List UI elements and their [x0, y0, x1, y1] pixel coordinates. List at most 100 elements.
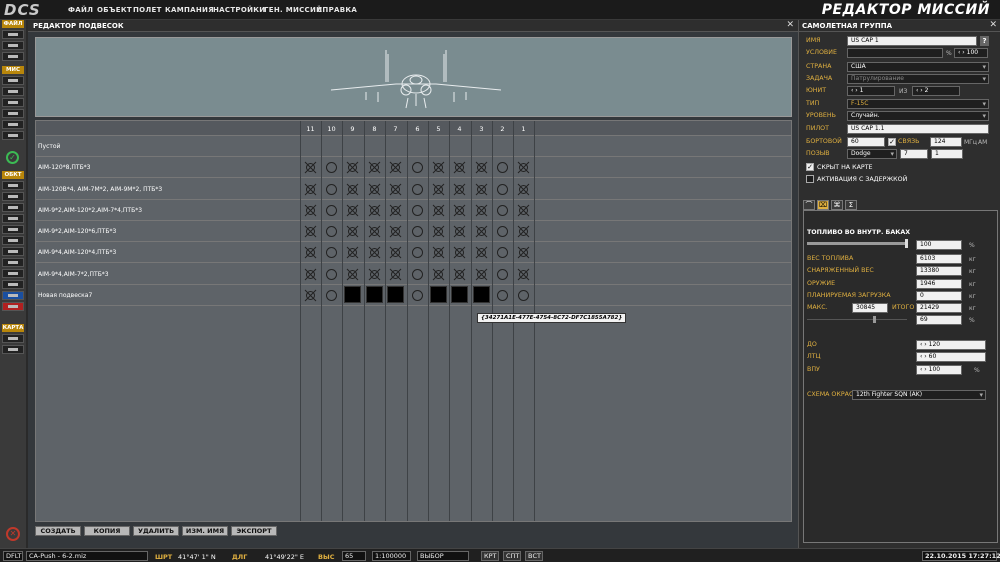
menu-help[interactable]: СПРАВКА [317, 6, 357, 14]
menu-file[interactable]: ФАЙЛ [68, 6, 93, 14]
payload-row[interactable]: Новая подвеска7 [36, 285, 791, 306]
station-cell[interactable] [342, 136, 363, 157]
payload-row[interactable]: AIM-9*2,AIM-120*2,AIM-7*4,ПТБ*3 [36, 200, 791, 221]
flare-spinner[interactable]: ‹ › 60 [916, 352, 986, 362]
station-cell[interactable] [513, 179, 534, 200]
menu-campaign[interactable]: КАМПАНИЯ [165, 6, 214, 14]
station-cell[interactable] [513, 136, 534, 157]
station-cell[interactable] [321, 221, 342, 242]
menu-object[interactable]: ОБЪЕКТ [97, 6, 132, 14]
chaff-spinner[interactable]: ‹ › 120 [916, 340, 986, 350]
station-cell[interactable] [492, 242, 513, 263]
station-cell[interactable] [300, 242, 321, 263]
station-cell[interactable] [471, 157, 492, 178]
station-cell[interactable] [364, 157, 385, 178]
station-cell[interactable] [492, 264, 513, 285]
station-cell[interactable] [449, 242, 470, 263]
pilot-input[interactable]: US CAP 1.1 [847, 124, 989, 134]
menu-mission-gen[interactable]: ГЕН. МИССИЙ [264, 6, 322, 14]
mission-tool-6[interactable] [2, 131, 24, 140]
blue-coalition-button[interactable] [2, 291, 24, 300]
station-cell[interactable] [513, 200, 534, 221]
selection-mode[interactable]: ВЫБОР [417, 551, 469, 561]
station-cell[interactable] [513, 242, 534, 263]
type-select[interactable]: F-15C [847, 99, 989, 109]
station-cell[interactable] [471, 285, 492, 306]
station-cell[interactable] [471, 221, 492, 242]
station-cell[interactable] [364, 285, 385, 306]
station-cell[interactable] [407, 136, 428, 157]
close-icon[interactable]: ✕ [989, 20, 997, 30]
station-cell[interactable] [300, 285, 321, 306]
mode-indicator[interactable]: DFLT [3, 551, 23, 561]
fuel-slider-handle[interactable] [905, 239, 908, 248]
station-cell[interactable] [449, 136, 470, 157]
skill-select[interactable]: Случайн. [847, 111, 989, 121]
export-button[interactable]: ЭКСПОРТ [231, 526, 277, 536]
payload-row[interactable]: AIM-9*4,AIM-120*4,ПТБ*3 [36, 242, 791, 263]
station-cell[interactable] [300, 179, 321, 200]
station-cell[interactable] [449, 179, 470, 200]
condition-input[interactable] [847, 48, 943, 58]
delete-button[interactable]: УДАЛИТЬ [133, 526, 179, 536]
station-cell[interactable] [321, 136, 342, 157]
payload-row[interactable]: Пустой [36, 136, 791, 157]
mission-tool-4[interactable] [2, 109, 24, 118]
station-cell[interactable] [428, 242, 449, 263]
radio-checkbox[interactable]: ✓ [888, 138, 896, 146]
station-cell[interactable] [385, 285, 406, 306]
station-cell[interactable] [321, 179, 342, 200]
map-button[interactable]: КРТ [481, 551, 499, 561]
station-cell[interactable] [364, 136, 385, 157]
station-cell[interactable] [321, 264, 342, 285]
station-cell[interactable] [342, 221, 363, 242]
nav-tool-button[interactable] [2, 280, 24, 289]
station-cell[interactable] [342, 179, 363, 200]
station-cell[interactable] [407, 157, 428, 178]
station-cell[interactable] [428, 264, 449, 285]
create-button[interactable]: СОЗДАТЬ [35, 526, 81, 536]
station-cell[interactable] [407, 242, 428, 263]
sam-tool-button[interactable] [2, 247, 24, 256]
close-icon[interactable]: ✕ [786, 20, 794, 30]
station-cell[interactable] [364, 242, 385, 263]
station-cell[interactable] [321, 242, 342, 263]
station-cell[interactable] [300, 264, 321, 285]
station-cell[interactable] [449, 200, 470, 221]
tab-triggers[interactable]: ⌘ [831, 200, 843, 210]
station-cell[interactable] [385, 136, 406, 157]
station-cell[interactable] [385, 242, 406, 263]
callsign-select[interactable]: Dodge [847, 149, 897, 159]
station-cell[interactable] [300, 200, 321, 221]
station-cell[interactable] [342, 242, 363, 263]
station-cell[interactable] [428, 221, 449, 242]
station-cell[interactable] [449, 157, 470, 178]
station-cell[interactable] [407, 179, 428, 200]
target-tool-button[interactable] [2, 269, 24, 278]
vehicle-group-button[interactable] [2, 236, 24, 245]
station-cell[interactable] [428, 179, 449, 200]
station-cell[interactable] [407, 200, 428, 221]
zone-tool-button[interactable] [2, 258, 24, 267]
open-file-button[interactable] [2, 41, 24, 50]
station-cell[interactable] [428, 136, 449, 157]
station-cell[interactable] [492, 221, 513, 242]
late-activation-checkbox[interactable] [806, 175, 814, 183]
station-cell[interactable] [300, 157, 321, 178]
station-cell[interactable] [449, 264, 470, 285]
tab-payload[interactable]: ⌧ [817, 200, 829, 210]
mission-tool-5[interactable] [2, 120, 24, 129]
red-delete-button[interactable] [2, 302, 24, 311]
station-cell[interactable] [492, 157, 513, 178]
station-cell[interactable] [449, 285, 470, 306]
cancel-icon[interactable]: ✕ [6, 527, 20, 541]
station-cell[interactable] [449, 221, 470, 242]
livery-select[interactable]: 12th Fighter SQN (AK) [852, 390, 986, 400]
station-cell[interactable] [513, 157, 534, 178]
station-cell[interactable] [407, 221, 428, 242]
condition-probability-spinner[interactable]: ‹ › 100 [954, 48, 988, 58]
copy-button[interactable]: КОПИЯ [84, 526, 130, 536]
station-cell[interactable] [471, 179, 492, 200]
map-tool-2[interactable] [2, 345, 24, 354]
unit-total-spinner[interactable]: ‹ › 2 [912, 86, 960, 96]
